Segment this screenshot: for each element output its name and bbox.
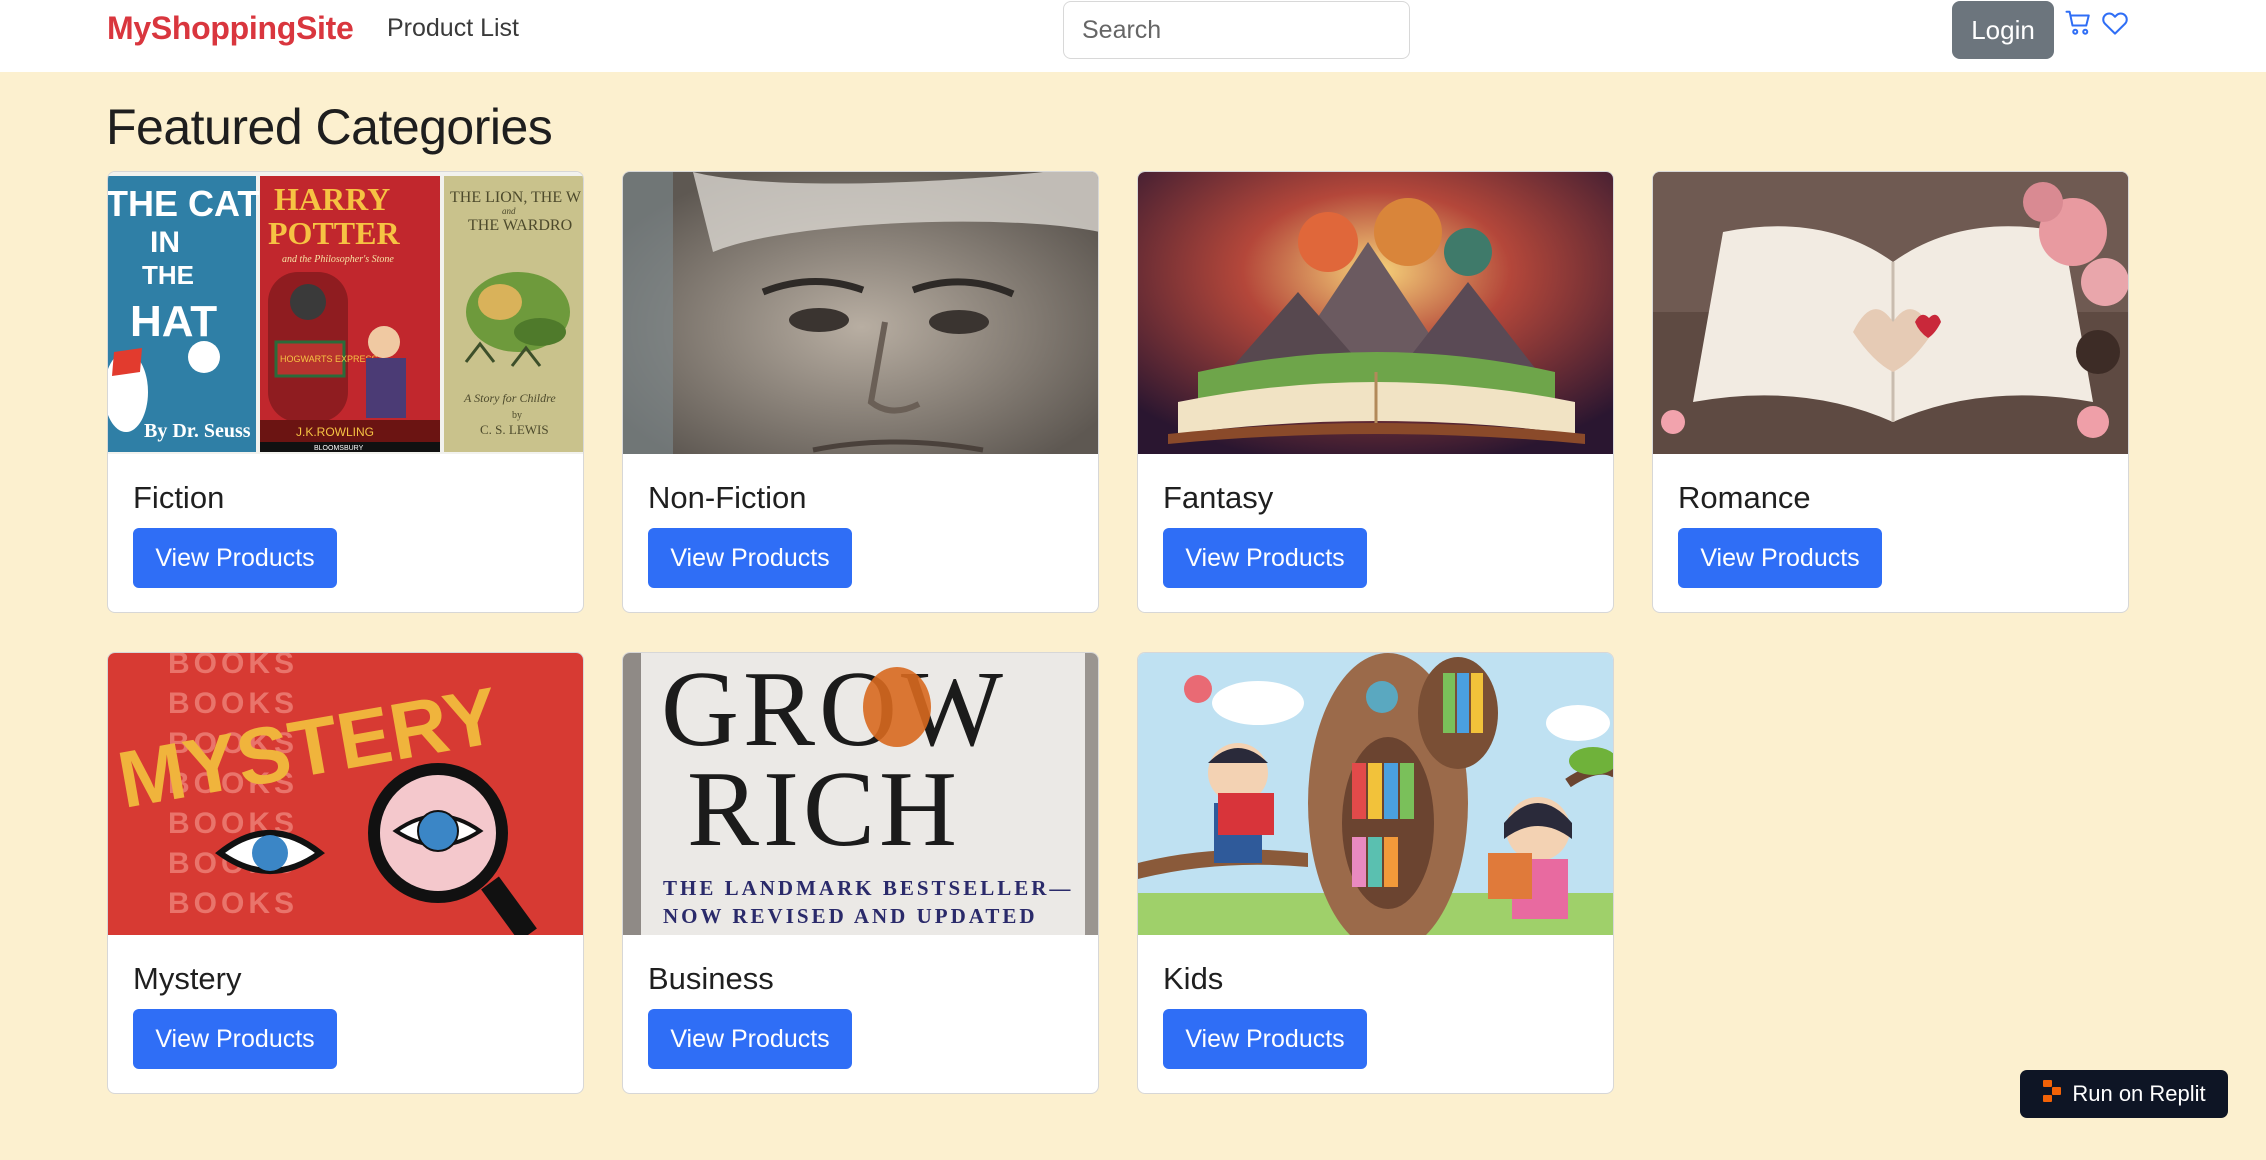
lion-author: C. S. LEWIS xyxy=(480,422,549,437)
non-fiction-image xyxy=(623,172,1098,454)
navbar: MyShoppingSite Product List Login xyxy=(0,0,2266,72)
hp-author: J.K.ROWLING xyxy=(296,425,374,439)
business-tagline-2: NOW REVISED AND UPDATED xyxy=(663,904,1038,928)
category-title: Fiction xyxy=(133,480,225,515)
category-card-fantasy: Fantasy View Products xyxy=(1137,171,1614,613)
category-title: Mystery xyxy=(133,961,242,996)
category-card-non-fiction: Non-Fiction View Products xyxy=(622,171,1099,613)
cat-title-line4: HAT xyxy=(130,297,217,346)
fantasy-image xyxy=(1138,172,1613,454)
business-title-line2: RICH xyxy=(687,750,961,869)
mystery-bg-word: BOOKS xyxy=(168,887,298,920)
mystery-image: BOOKS BOOKS BOOKS BOOKS BOOKS BOOKS BOOK… xyxy=(108,653,583,935)
fiction-image: THE CAT IN THE HAT By Dr. Seuss HARRY PO… xyxy=(108,172,583,454)
business-tagline-1: THE LANDMARK BESTSELLER— xyxy=(663,876,1073,900)
view-products-button-fiction[interactable]: View Products xyxy=(133,528,337,588)
brand-logo[interactable]: MyShoppingSite xyxy=(107,10,354,47)
view-products-button-business[interactable]: View Products xyxy=(648,1009,852,1069)
replit-label: Run on Replit xyxy=(2072,1081,2206,1106)
hp-train-label: HOGWARTS EXPRESS xyxy=(280,354,378,364)
page-title: Featured Categories xyxy=(106,99,553,155)
category-title: Non-Fiction xyxy=(648,480,807,515)
search-input[interactable] xyxy=(1063,1,1410,59)
hp-title-line2: POTTER xyxy=(268,215,400,251)
cat-title-line1: THE CAT xyxy=(108,183,259,224)
category-title: Fantasy xyxy=(1163,480,1274,515)
login-button[interactable]: Login xyxy=(1952,1,2054,59)
kids-image xyxy=(1138,653,1613,935)
cat-title-line3: THE xyxy=(142,260,194,290)
category-card-mystery: BOOKS BOOKS BOOKS BOOKS BOOKS BOOKS BOOK… xyxy=(107,652,584,1094)
category-card-romance: Romance View Products xyxy=(1652,171,2129,613)
cat-author: By Dr. Seuss xyxy=(144,420,251,442)
view-products-button-romance[interactable]: View Products xyxy=(1678,528,1882,588)
category-card-business: GROW RICH THE LANDMARK BESTSELLER— NOW R… xyxy=(622,652,1099,1094)
view-products-button-mystery[interactable]: View Products xyxy=(133,1009,337,1069)
category-title: Kids xyxy=(1163,961,1224,996)
lion-by: by xyxy=(512,410,522,421)
view-products-button-fantasy[interactable]: View Products xyxy=(1163,528,1367,588)
mystery-bg-word: BOOKS xyxy=(168,653,298,680)
romance-image xyxy=(1653,172,2128,454)
run-on-replit-button[interactable]: Run on Replit xyxy=(2020,1070,2228,1118)
hp-subtitle: and the Philosopher's Stone xyxy=(282,254,394,265)
category-card-fiction: THE CAT IN THE HAT By Dr. Seuss HARRY PO… xyxy=(107,171,584,613)
category-title: Romance xyxy=(1678,480,1811,515)
lion-title-line1: THE LION, THE W xyxy=(450,189,582,206)
category-card-kids: Kids View Products xyxy=(1137,652,1614,1094)
lion-tagline: A Story for Childre xyxy=(463,391,556,405)
business-image: GROW RICH THE LANDMARK BESTSELLER— NOW R… xyxy=(623,653,1098,935)
replit-logo-icon xyxy=(2042,1079,2062,1109)
lion-title-line2: THE WARDRO xyxy=(468,217,572,234)
hp-publisher: BLOOMSBURY xyxy=(314,445,364,452)
cart-icon[interactable] xyxy=(2064,8,2096,40)
cat-title-line2: IN xyxy=(150,226,180,259)
category-title: Business xyxy=(648,961,774,996)
view-products-button-non-fiction[interactable]: View Products xyxy=(648,528,852,588)
lion-title-and: and xyxy=(502,206,516,216)
nav-link-product-list[interactable]: Product List xyxy=(387,14,519,43)
hp-title-line1: HARRY xyxy=(274,181,390,217)
heart-icon[interactable] xyxy=(2100,8,2132,40)
view-products-button-kids[interactable]: View Products xyxy=(1163,1009,1367,1069)
